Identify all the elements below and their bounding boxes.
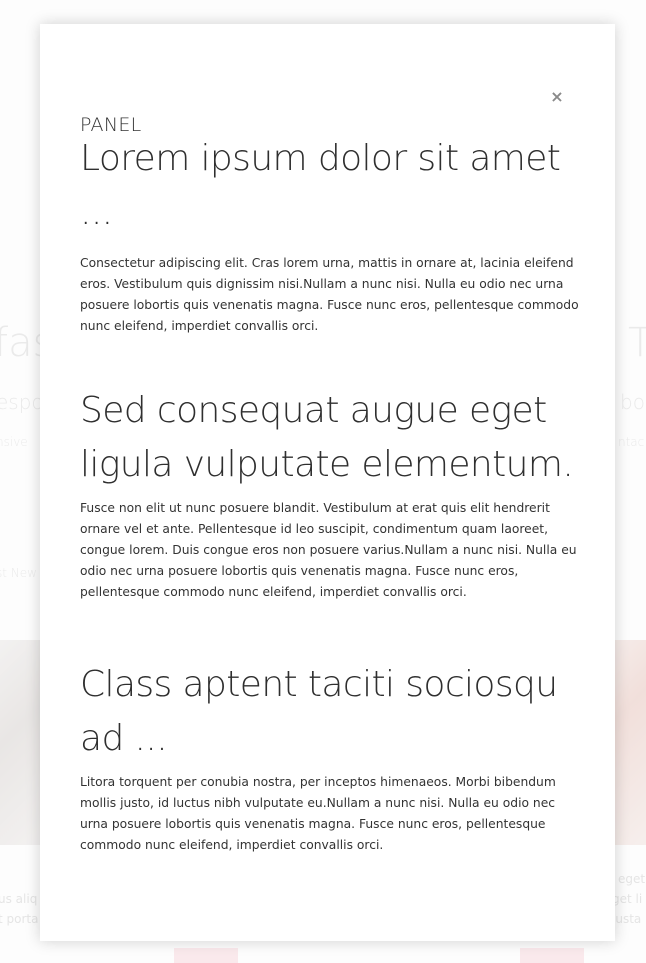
panel-section: Class aptent taciti sociosqu ad ... Lito… <box>80 658 580 856</box>
section-heading: Sed consequat augue eget ligula vulputat… <box>80 390 574 485</box>
section-body: Fusce non elit ut nunc posuere blandit. … <box>80 501 577 599</box>
close-icon[interactable]: × <box>549 88 565 106</box>
section-heading: Lorem ipsum dolor sit amet ... <box>80 138 561 233</box>
panel-section: Lorem ipsum dolor sit amet ... Consectet… <box>80 132 580 337</box>
section-heading: Class aptent taciti sociosqu ad ... <box>80 664 558 759</box>
side-panel: × PANEL Lorem ipsum dolor sit amet ... C… <box>40 24 615 941</box>
section-body: Consectetur adipiscing elit. Cras lorem … <box>80 256 579 333</box>
section-body: Litora torquent per conubia nostra, per … <box>80 775 556 852</box>
panel-section: Sed consequat augue eget ligula vulputat… <box>80 384 580 603</box>
